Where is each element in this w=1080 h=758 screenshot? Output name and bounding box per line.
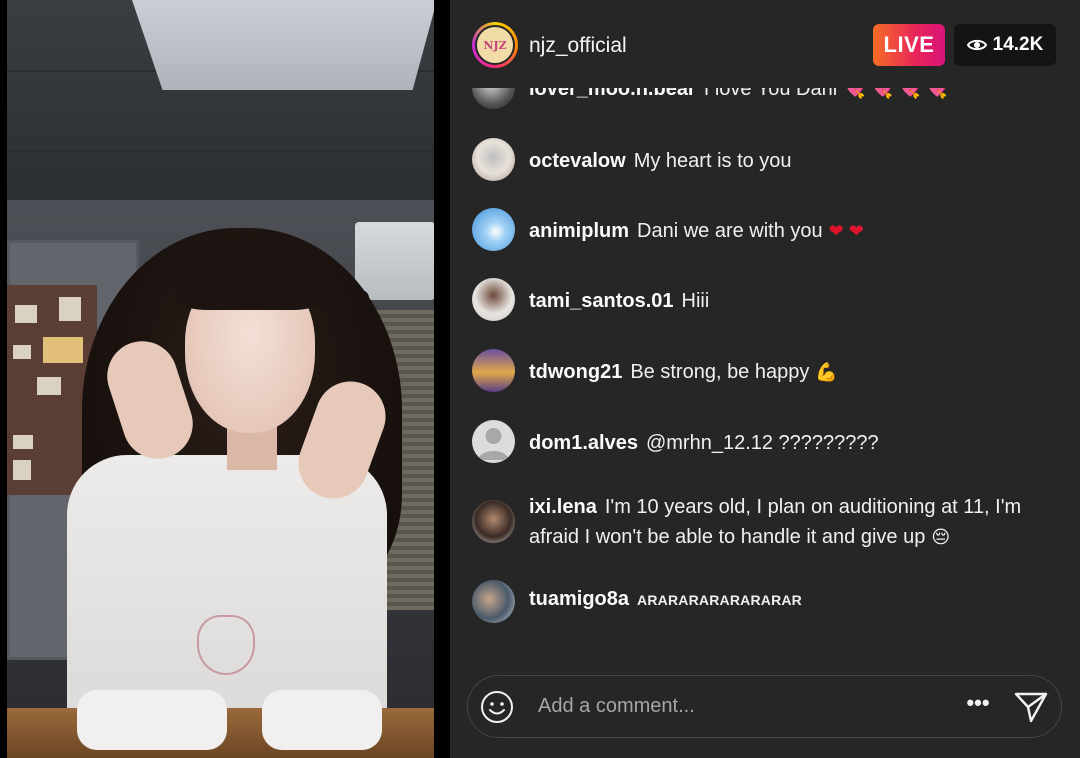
comment-username[interactable]: octevalow xyxy=(529,150,626,172)
comment-emoji: 💪 xyxy=(815,362,838,382)
bow-print xyxy=(197,615,255,675)
ceiling-line xyxy=(7,150,434,152)
comment-message: Dani we are with you xyxy=(637,220,823,242)
photo-note xyxy=(13,345,31,359)
comment-message: Be strong, be happy xyxy=(630,361,810,383)
ceiling-light xyxy=(132,0,434,90)
comment-emoji: 😔 xyxy=(931,527,951,547)
viewer-count-badge[interactable]: 14.2K xyxy=(954,24,1056,66)
comment-text: tdwong21 Be strong, be happy 💪 xyxy=(529,357,1059,387)
comment-text: animiplum Dani we are with you ❤ ❤ xyxy=(529,216,1059,246)
photo-note xyxy=(59,297,81,321)
host-username[interactable]: njz_official xyxy=(529,33,627,59)
comment-message: @mrhn_12.12 ????????? xyxy=(645,432,879,454)
smile-icon[interactable] xyxy=(480,690,514,724)
more-options-icon[interactable]: ••• xyxy=(960,692,996,722)
comment-avatar[interactable] xyxy=(472,420,515,463)
air-conditioner xyxy=(355,222,434,300)
default-avatar-icon xyxy=(478,428,509,460)
eye-icon xyxy=(966,39,987,51)
live-video[interactable] xyxy=(7,0,434,758)
photo-note xyxy=(15,305,37,323)
comment-text: dom1.alves @mrhn_12.12 ????????? xyxy=(529,428,1059,458)
host-avatar: NJZ xyxy=(475,25,515,65)
comment-avatar[interactable] xyxy=(472,208,515,251)
comment-text: octevalow My heart is to you xyxy=(529,146,1059,176)
bangs xyxy=(175,240,325,310)
comment-avatar[interactable] xyxy=(472,500,515,543)
live-badge: LIVE xyxy=(873,24,945,66)
sticky-note xyxy=(43,337,83,363)
comment-text: tami_santos.01 Hiii xyxy=(529,286,1059,316)
comment-list[interactable]: lover_moo.n.bear I love You Dani 💘 💘 💘 💘 o… xyxy=(450,70,1080,670)
comment-username[interactable]: tdwong21 xyxy=(529,361,622,383)
comment-input[interactable]: Add a comment... xyxy=(538,695,695,718)
comment-avatar[interactable] xyxy=(472,138,515,181)
heart-emoji: ❤ ❤ xyxy=(828,221,864,241)
photo-note xyxy=(13,460,31,480)
comment-username[interactable]: ixi.lena xyxy=(529,496,597,518)
live-viewer: lover_moo.n.bear I love You Dani 💘 💘 💘 💘 o… xyxy=(0,0,1080,758)
photo-note xyxy=(37,377,61,395)
comment-message: ARARARARARARARAR xyxy=(637,592,802,608)
comment-message: My heart is to you xyxy=(633,150,792,172)
host-avatar-ring[interactable]: NJZ xyxy=(472,22,518,68)
chat-panel: lover_moo.n.bear I love You Dani 💘 💘 💘 💘 o… xyxy=(450,0,1080,758)
viewer-count: 14.2K xyxy=(992,34,1044,55)
live-header: NJZ njz_official LIVE 14.2K xyxy=(450,0,1080,88)
comment-avatar[interactable] xyxy=(472,580,515,623)
comment-avatar[interactable] xyxy=(472,349,515,392)
send-icon[interactable] xyxy=(1013,690,1049,724)
comment-text: ixi.lena I'm 10 years old, I plan on audi… xyxy=(529,492,1059,552)
comment-composer: Add a comment... ••• xyxy=(467,675,1062,738)
comment-username[interactable]: tami_santos.01 xyxy=(529,290,674,312)
comment-message: Hiii xyxy=(681,290,710,312)
arm-left xyxy=(77,690,227,750)
comment-username[interactable]: dom1.alves xyxy=(529,432,638,454)
comment-username[interactable]: tuamigo8a xyxy=(529,588,629,610)
comment-avatar[interactable] xyxy=(472,278,515,321)
comment-text: tuamigo8a ARARARARARARARAR xyxy=(529,584,1059,615)
photo-note xyxy=(13,435,33,449)
arm-right xyxy=(262,690,382,750)
comment-username[interactable]: animiplum xyxy=(529,220,629,242)
